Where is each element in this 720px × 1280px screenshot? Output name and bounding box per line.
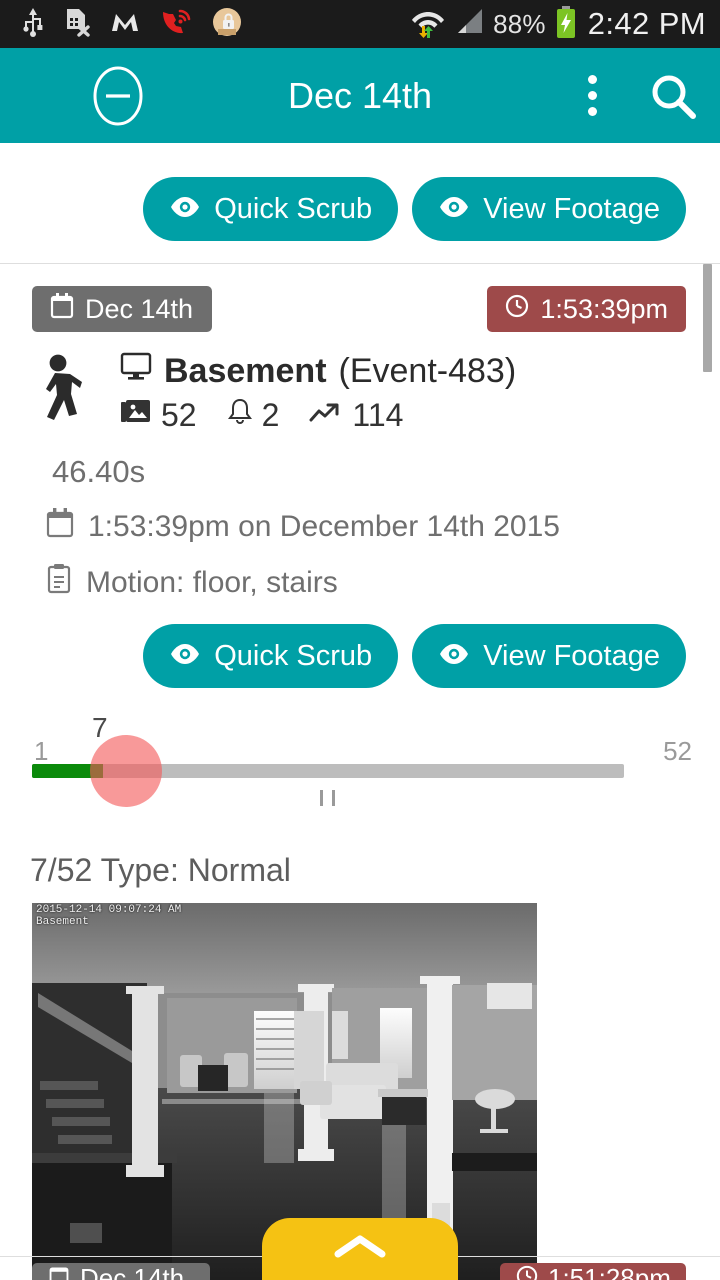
event-card-header: Basement (Event-483) 52 2 114 [0, 332, 720, 440]
search-icon[interactable] [648, 71, 698, 121]
slider-tick-marks [320, 790, 335, 806]
camera-osd-timestamp: 2015-12-14 09:07:24 AM [36, 904, 182, 916]
overflow-menu-icon[interactable] [578, 73, 606, 118]
wifi-data-icon [411, 6, 445, 43]
bell-icon [227, 397, 253, 434]
quick-scrub-button[interactable]: Quick Scrub [143, 624, 399, 688]
view-footage-label: View Footage [483, 192, 660, 225]
circle-minus-icon[interactable] [90, 63, 146, 129]
event-stats: 52 2 114 [120, 397, 720, 434]
usb-icon [22, 7, 44, 42]
next-event-date-chip[interactable]: Dec 14th [32, 1263, 210, 1280]
chevron-up-icon [333, 1232, 387, 1267]
scrollbar-track[interactable] [703, 264, 716, 1280]
calendar-icon [50, 292, 74, 326]
frame-info-label: 7/52 Type: Normal [30, 852, 291, 888]
card-divider [0, 263, 720, 264]
event-time-chip-label: 1:53:39pm [540, 293, 668, 324]
camera-osd-overlay: 2015-12-14 09:07:24 AM Basement [36, 904, 181, 928]
camera-osd-name: Basement [36, 916, 89, 928]
hamburger-menu-icon[interactable] [22, 79, 68, 113]
status-bar: 88% 2:42 PM [0, 0, 720, 48]
event-images-stat: 52 [120, 397, 197, 434]
event-alerts-stat: 2 [227, 397, 280, 434]
calendar-icon [46, 508, 74, 546]
event-timestamp: 1:53:39pm on December 14th 2015 [88, 510, 560, 543]
status-bar-clock: 2:42 PM [587, 6, 706, 41]
walking-person-icon [0, 348, 120, 440]
event-chips-row: Dec 14th 1:53:39pm [0, 286, 720, 332]
calendar-icon [48, 1263, 70, 1280]
eye-icon [438, 640, 470, 673]
app-screen: 88% 2:42 PM Dec 14th Quick Scrub View Fo… [0, 0, 720, 1280]
next-event-time-label: 1:51:28pm [548, 1263, 671, 1280]
monitor-icon [120, 352, 152, 391]
event-time-chip[interactable]: 1:53:39pm [487, 286, 686, 332]
eye-icon [169, 640, 201, 673]
slider-min-label: 1 [34, 736, 49, 766]
event-timestamp-row: 1:53:39pm on December 14th 2015 [0, 508, 720, 546]
scroll-to-top-button[interactable] [262, 1218, 458, 1280]
eye-icon [438, 193, 470, 226]
quick-scrub-label: Quick Scrub [214, 192, 373, 225]
status-bar-right-icons: 88% 2:42 PM [411, 5, 706, 43]
next-event-date-label: Dec 14th [80, 1263, 185, 1280]
m-logo-icon [110, 9, 140, 40]
clipboard-icon [46, 564, 72, 602]
battery-charging-icon [555, 5, 577, 43]
frame-slider[interactable]: 7 1 52 [0, 712, 720, 826]
event-card-actions: Quick Scrub View Footage [0, 602, 720, 688]
app-bar: Dec 14th [0, 48, 720, 143]
quick-scrub-button-top[interactable]: Quick Scrub [143, 177, 399, 241]
next-event-time-chip[interactable]: 1:51:28pm [500, 1263, 686, 1280]
signal-bars-icon [454, 7, 484, 42]
eye-icon [169, 193, 201, 226]
quick-scrub-label: Quick Scrub [214, 639, 373, 672]
slider-max-label: 52 [663, 736, 692, 766]
event-images-count: 52 [161, 397, 197, 433]
event-notes-row: Motion: floor, stairs [0, 564, 720, 602]
event-duration: 46.40s [52, 454, 146, 489]
event-score-stat: 114 [309, 397, 403, 434]
event-id: (Event-483) [338, 352, 517, 390]
event-card: Dec 14th 1:53:39pm Basement (Event-483) … [0, 286, 720, 1280]
view-footage-button-top[interactable]: View Footage [412, 177, 686, 241]
sim-card-error-icon [64, 7, 90, 42]
event-score-count: 114 [352, 397, 404, 433]
slider-current-value: 7 [92, 712, 108, 743]
clock-icon [505, 294, 529, 325]
event-date-chip-label: Dec 14th [85, 293, 194, 324]
battery-percent-label: 88% [493, 8, 546, 39]
slider-thumb[interactable] [90, 735, 162, 807]
wifi-call-icon [160, 8, 192, 41]
photos-icon [120, 397, 152, 434]
status-bar-left-icons [22, 7, 242, 42]
trend-up-icon [309, 397, 343, 434]
event-list-scroll-area[interactable]: Quick Scrub View Footage Dec 14th 1:53:3… [0, 143, 720, 1280]
clock-icon [516, 1263, 538, 1280]
view-footage-label: View Footage [483, 639, 660, 672]
previous-card-actions: Quick Scrub View Footage [0, 143, 720, 263]
event-camera-name: Basement [164, 352, 327, 390]
lock-badge-icon [212, 7, 242, 42]
view-footage-button[interactable]: View Footage [412, 624, 686, 688]
event-alerts-count: 2 [261, 397, 280, 433]
event-notes: Motion: floor, stairs [86, 566, 338, 599]
event-title-line: Basement (Event-483) [120, 352, 720, 391]
scrollbar-thumb[interactable] [703, 264, 712, 372]
event-date-chip[interactable]: Dec 14th [32, 286, 212, 332]
